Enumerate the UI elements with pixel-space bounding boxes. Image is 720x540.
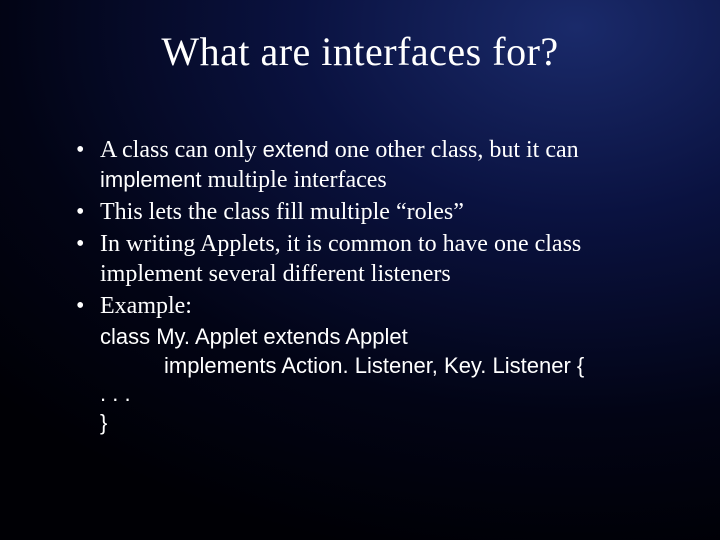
code-line-1: class My. Applet extends Applet [100, 323, 680, 352]
bullet-1-text-a: A class can only [100, 137, 263, 163]
keyword-implement: implement [100, 167, 201, 192]
bullet-4: Example: [76, 291, 660, 321]
code-example: class My. Applet extends Applet implemen… [40, 323, 680, 437]
keyword-extend: extend [263, 137, 329, 162]
bullet-1-text-b: one other class, but it can [329, 137, 579, 163]
bullet-2: This lets the class fill multiple “roles… [76, 197, 660, 227]
code-line-3: . . . [100, 380, 680, 409]
bullet-3: In writing Applets, it is common to have… [76, 229, 660, 289]
slide: What are interfaces for? A class can onl… [0, 0, 720, 540]
slide-title: What are interfaces for? [40, 28, 680, 75]
bullet-1: A class can only extend one other class,… [76, 135, 660, 195]
bullet-1-text-c: multiple interfaces [201, 167, 386, 193]
bullet-list: A class can only extend one other class,… [40, 135, 680, 321]
code-line-2: implements Action. Listener, Key. Listen… [100, 352, 680, 381]
code-line-4: } [100, 409, 680, 438]
